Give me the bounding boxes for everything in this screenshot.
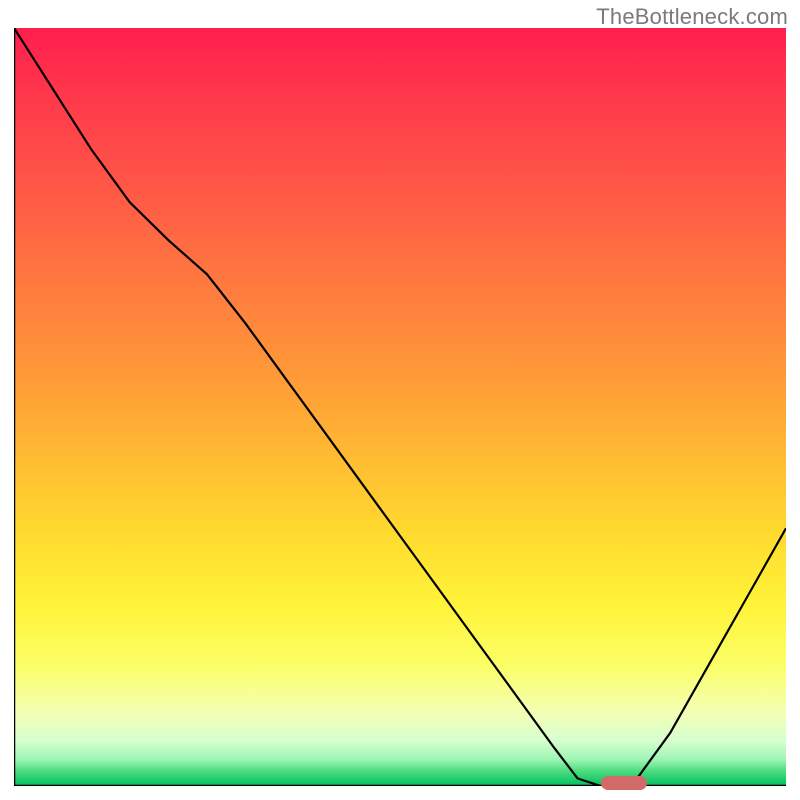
optimum-marker [601, 776, 647, 790]
watermark-text: TheBottleneck.com [596, 4, 788, 30]
chart-container: TheBottleneck.com [0, 0, 800, 800]
bottleneck-curve [14, 28, 786, 786]
